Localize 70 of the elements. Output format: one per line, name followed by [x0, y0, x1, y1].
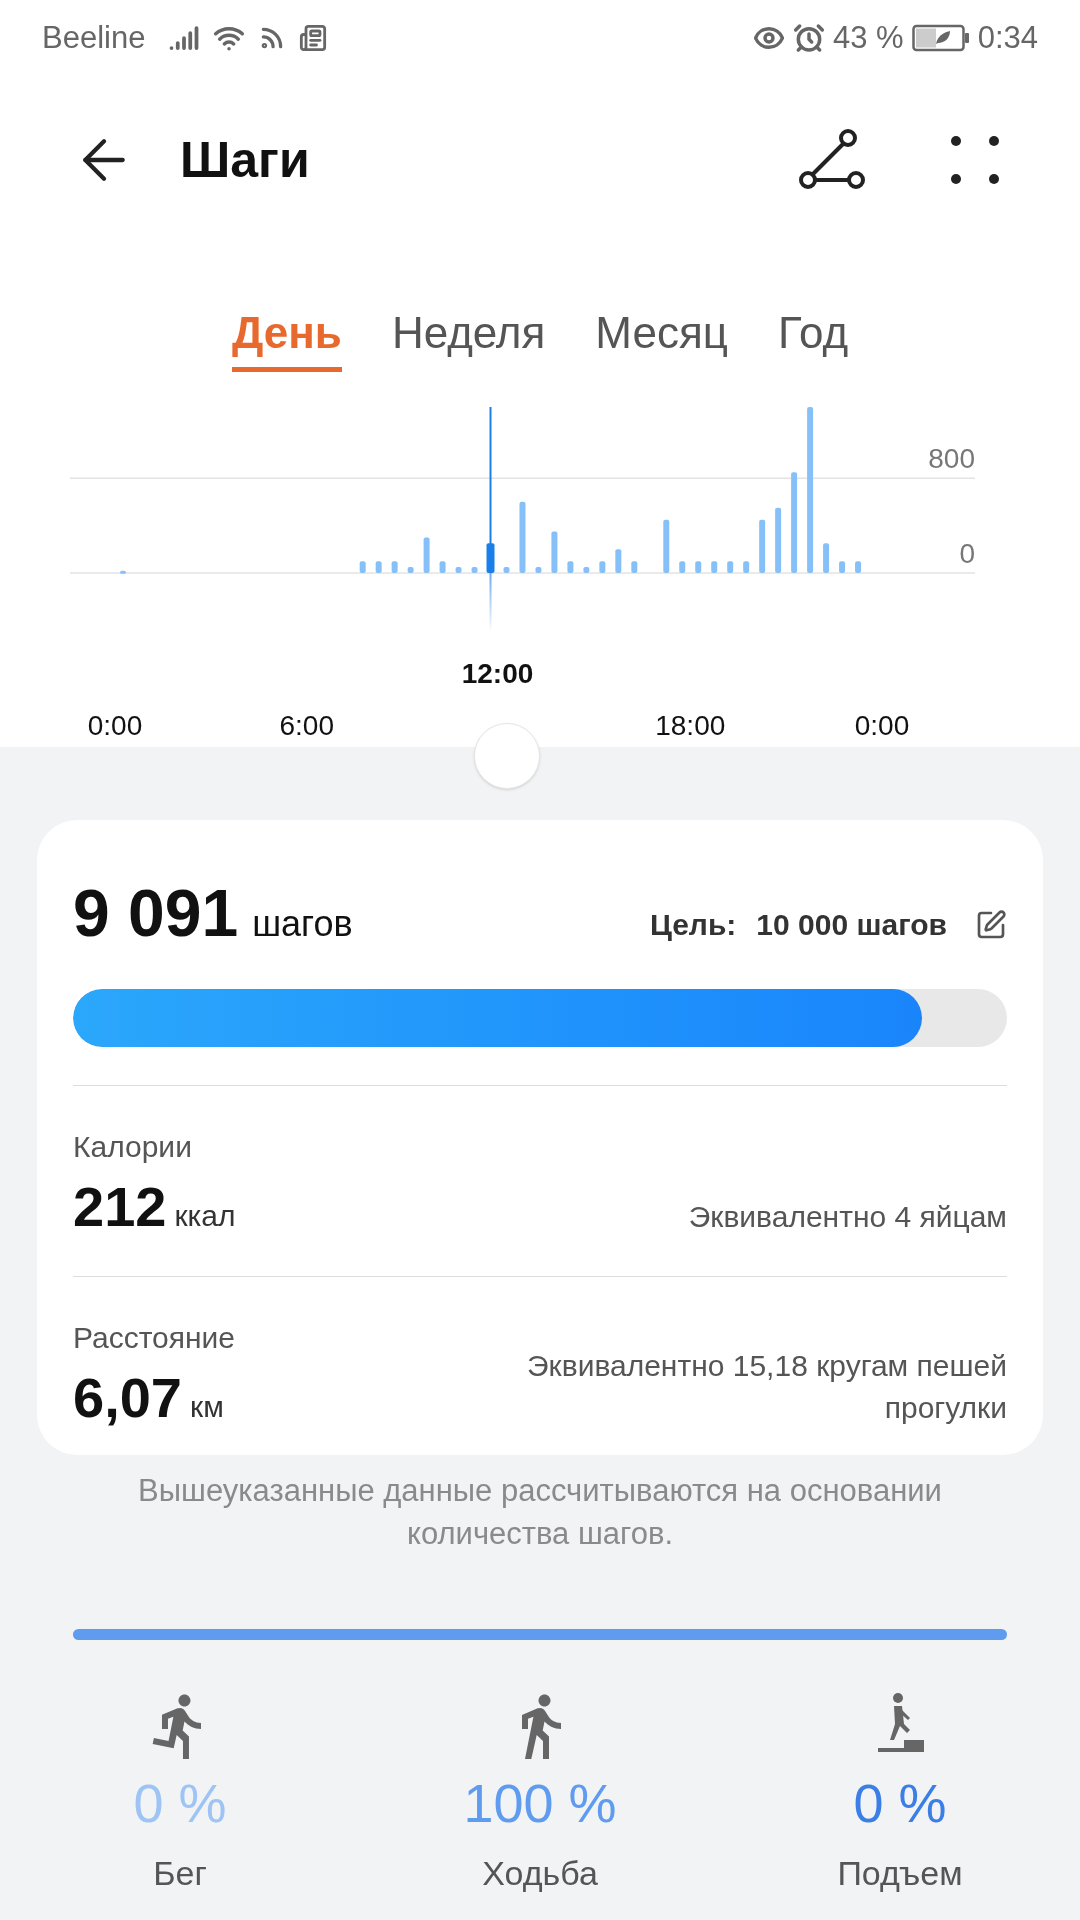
metric-equivalent: Эквивалентно 4 яйцам	[687, 1199, 1007, 1235]
period-tab[interactable]: Неделя	[391, 244, 546, 372]
chart-bar	[727, 561, 734, 573]
edit-goal-button[interactable]	[975, 908, 1007, 941]
share-button[interactable]	[798, 128, 868, 192]
selected-time-label: 12:00	[461, 658, 534, 689]
activity-label: Ходьба	[482, 1853, 598, 1894]
chart-bar	[599, 561, 606, 573]
chart-bar	[615, 549, 622, 573]
chart-bar	[759, 519, 766, 573]
chart-bar	[407, 567, 414, 573]
y-tick-label: 0	[959, 538, 975, 569]
x-tick-label: 18:00	[655, 710, 726, 741]
chart-bar	[583, 567, 590, 573]
signal-icon	[169, 23, 200, 53]
page-title: Шаги	[180, 130, 311, 190]
news-icon	[299, 24, 328, 52]
alarm-icon	[793, 22, 825, 54]
metric-value: 6,07	[73, 1370, 182, 1426]
chart-bar	[775, 507, 782, 573]
goal-label: Цель:	[649, 907, 737, 943]
metric-unit: км	[190, 1389, 224, 1425]
chart-bar	[423, 537, 430, 573]
step-unit: шагов	[252, 902, 353, 946]
y-tick-label: 800	[928, 443, 975, 475]
period-tab[interactable]: Год	[778, 244, 849, 372]
chart-bar	[120, 570, 126, 574]
chart-bar	[455, 567, 462, 573]
chart-bar	[375, 561, 382, 573]
chart-bar	[743, 561, 750, 573]
activity-label: Бег	[153, 1853, 207, 1894]
goal-value: 10 000 шагов	[756, 907, 947, 943]
chart-bar	[519, 501, 526, 573]
more-options-button[interactable]	[950, 135, 1000, 185]
x-tick-label: 0:00	[854, 710, 910, 741]
metric-label: Калории	[73, 1129, 193, 1165]
chart-bar	[823, 543, 830, 573]
metric-unit: ккал	[174, 1198, 236, 1234]
x-tick-label: 6:00	[279, 710, 334, 741]
metric-label: Расстояние	[73, 1320, 236, 1356]
chart-bar	[679, 561, 686, 573]
chart-bar	[711, 561, 718, 573]
battery-icon	[911, 24, 970, 52]
activity-percent: 0 %	[133, 1776, 227, 1830]
chart-bar	[567, 561, 574, 573]
chart-bar	[503, 567, 510, 573]
metric-value: 212	[73, 1179, 167, 1235]
chart-bar	[471, 567, 478, 573]
chart-bar	[855, 561, 862, 573]
period-tab[interactable]: Месяц	[595, 244, 728, 372]
chart-bar	[631, 561, 638, 573]
battery-percent: 43 %	[833, 18, 904, 57]
chart-bar	[391, 561, 398, 573]
step-count: 9 091	[73, 880, 239, 946]
activity-label: Подъем	[837, 1853, 963, 1894]
chart-bar	[839, 561, 846, 573]
chart-bar	[359, 561, 366, 573]
chart-bar	[663, 519, 670, 573]
footnote: Вышеуказанные данные рассчитываются на основании количества шагов.	[137, 1472, 943, 1553]
chart-bar	[486, 543, 495, 573]
chart-bar	[535, 567, 542, 573]
metric-equivalent: Эквивалентно 15,18 кругам пешей прогулки	[526, 1348, 1007, 1426]
chart-bar	[439, 561, 446, 573]
activity-percent: 100 %	[463, 1776, 617, 1830]
x-tick-label: 0:00	[87, 710, 143, 741]
clock-time: 0:34	[977, 18, 1038, 57]
carrier-name: Beeline	[42, 18, 146, 57]
activity-percent: 0 %	[853, 1776, 947, 1830]
chart-bar	[551, 531, 558, 573]
chart-bar	[695, 561, 702, 573]
